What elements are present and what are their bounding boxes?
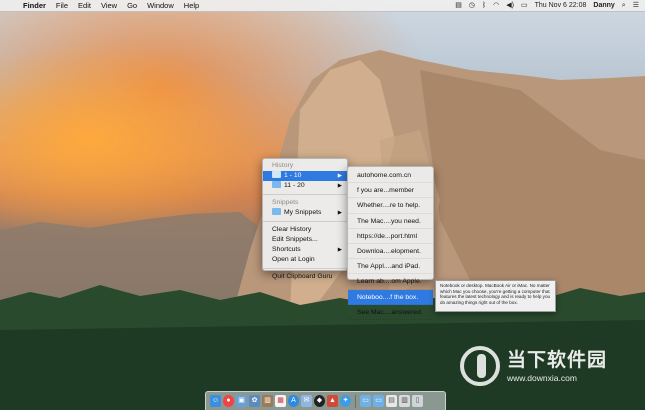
dock-divider: [355, 394, 356, 408]
clip-entry-selected[interactable]: Noteboo....f the box.: [348, 289, 433, 305]
submenu-arrow-icon: ▶: [337, 210, 342, 216]
menu-view[interactable]: View: [101, 0, 117, 12]
stack-icon[interactable]: ▥: [399, 395, 410, 407]
folder-icon: [272, 171, 281, 178]
history-range-11-20[interactable]: 11 - 20 ▶: [263, 181, 347, 191]
submenu-arrow-icon: ▶: [337, 183, 342, 189]
mail-icon[interactable]: ✉: [301, 395, 312, 407]
history-range-label: 11 - 20: [284, 182, 305, 189]
submenu-arrow-icon: ▶: [337, 247, 342, 253]
clip-entry[interactable]: Learn ab....om Apple.: [348, 274, 433, 290]
safari-icon[interactable]: ✦: [340, 395, 351, 407]
preview-icon[interactable]: ▣: [236, 395, 247, 407]
menu-bar: Finder File Edit View Go Window Help ▤ ◷…: [0, 0, 645, 12]
clock-text[interactable]: Thu Nov 6 22:08: [535, 0, 587, 12]
clip-entry[interactable]: autohome.com.cn: [348, 168, 433, 184]
my-snippets-label: My Snippets: [284, 209, 322, 216]
dock: ☺ ● ▣ ✿ ▥ ▦ A ✉ ◆ ▲ ✦ ▭ ▭ ▤ ▥ ▯: [205, 391, 446, 410]
clip-entry[interactable]: Whether....re to help.: [348, 198, 433, 214]
clear-history-item[interactable]: Clear History: [263, 225, 347, 235]
clip-entry[interactable]: Downloa....elopment.: [348, 244, 433, 260]
clip-entry[interactable]: The Mac....you need.: [348, 214, 433, 229]
user-name[interactable]: Danny: [593, 0, 614, 12]
iphoto-icon[interactable]: ✿: [249, 395, 260, 407]
folder-icon: [272, 208, 281, 215]
my-snippets-item[interactable]: My Snippets ▶: [263, 208, 347, 218]
menu-window[interactable]: Window: [147, 0, 174, 12]
volume-icon[interactable]: ◀): [506, 0, 514, 12]
chrome-icon[interactable]: ●: [223, 395, 234, 407]
watermark: 当下软件园 www.downxia.com: [460, 343, 640, 393]
open-at-login-item[interactable]: Open at Login: [263, 255, 347, 265]
menu-go[interactable]: Go: [127, 0, 137, 12]
menu-divider: [263, 221, 347, 222]
history-range-label: 1 - 10: [284, 172, 302, 179]
qq-icon[interactable]: ◆: [314, 395, 325, 407]
menu-divider: [263, 194, 347, 195]
wifi-icon[interactable]: ◠: [493, 0, 499, 12]
calendar-icon[interactable]: ▦: [275, 395, 286, 407]
history-header: History: [272, 162, 294, 169]
history-range-1-10[interactable]: 1 - 10 ▶: [263, 171, 347, 181]
menu-app-name[interactable]: Finder: [23, 0, 46, 12]
bluetooth-icon[interactable]: ᛒ: [482, 0, 486, 12]
time-machine-icon[interactable]: ◷: [469, 0, 475, 12]
contacts-icon[interactable]: ▥: [262, 395, 273, 407]
menu-file[interactable]: File: [56, 0, 68, 12]
finder-icon[interactable]: ☺: [210, 395, 221, 407]
watermark-url: www.downxia.com: [507, 373, 577, 383]
clipboard-icon[interactable]: ▤: [455, 0, 462, 12]
folder-icon: [272, 181, 281, 188]
search-icon[interactable]: ⌕: [622, 0, 626, 12]
menu-edit[interactable]: Edit: [78, 0, 91, 12]
snippets-header: Snippets: [272, 199, 299, 206]
status-area: ▤ ◷ ᛒ ◠ ◀) ▭ Thu Nov 6 22:08 Danny ⌕ ☰: [455, 0, 639, 12]
applications-folder-icon[interactable]: ▭: [360, 395, 371, 407]
downloads-stack-icon[interactable]: ▤: [386, 395, 397, 407]
shortcuts-label: Shortcuts: [272, 246, 301, 253]
clipboard-menu: History 1 - 10 ▶ 11 - 20 ▶ Snippets My S…: [262, 158, 348, 280]
battery-icon[interactable]: ▭: [521, 0, 528, 12]
quit-item[interactable]: Quit Clipboard Guru: [263, 272, 347, 282]
watermark-logo-icon: [460, 346, 500, 386]
trash-icon[interactable]: ▯: [412, 395, 423, 407]
clip-entry[interactable]: See Mac....answered.: [348, 305, 433, 320]
menu-divider: [263, 268, 347, 269]
app-store-icon[interactable]: A: [288, 395, 299, 407]
edit-snippets-item[interactable]: Edit Snippets...: [263, 235, 347, 245]
clip-entry[interactable]: The Appl....and iPad.: [348, 259, 433, 275]
shortcuts-item[interactable]: Shortcuts ▶: [263, 245, 347, 255]
notification-center-icon[interactable]: ☰: [633, 0, 639, 12]
clip-preview-tooltip: Notebook or desktop. MacBook Air or iMac…: [435, 280, 556, 312]
watermark-brand: 当下软件园: [507, 349, 608, 371]
app-icon[interactable]: ▲: [327, 395, 338, 407]
documents-folder-icon[interactable]: ▭: [373, 395, 384, 407]
clip-entry[interactable]: https://de...port.html: [348, 229, 433, 244]
history-submenu: autohome.com.cn f you are...member Wheth…: [347, 166, 434, 320]
submenu-arrow-icon: ▶: [337, 173, 342, 179]
clip-entry[interactable]: f you are...member: [348, 183, 433, 199]
menu-help[interactable]: Help: [184, 0, 199, 12]
